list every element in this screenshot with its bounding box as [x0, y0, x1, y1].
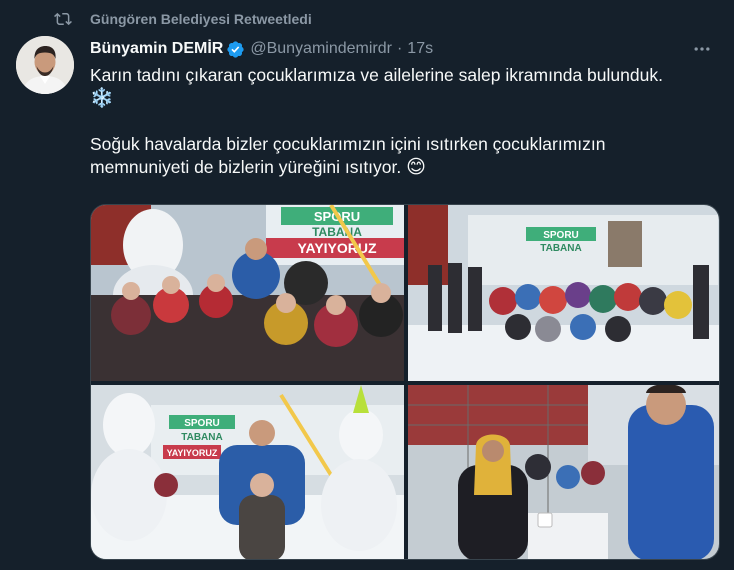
author-name[interactable]: Bünyamin DEMİR [90, 40, 223, 58]
banner-text-2c: TABANA [181, 432, 222, 443]
banner-text-2b: TABANA [540, 243, 581, 254]
tweet-line-3: memnuniyeti de bizlerin yüreğini ısıtıyo… [90, 157, 402, 177]
separator-dot: · [396, 40, 403, 57]
banner-text-3c: YAYIYORUZ [167, 448, 218, 458]
snowflake-icon: ❄️ [90, 88, 114, 109]
tweet-line-1: Karın tadını çıkaran çocuklarımıza ve ai… [90, 65, 663, 85]
banner-text-1c: SPORU [184, 418, 220, 429]
banner-text-3: YAYIYORUZ [297, 240, 377, 256]
media-grid: SPORU TABANA YAYIYORUZ [90, 204, 720, 560]
tweet-text: Karın tadını çıkaran çocuklarımıza ve ai… [90, 64, 720, 179]
photo-2[interactable]: SPORU TABANA [408, 205, 719, 381]
smiling-face-icon: 😊 [406, 157, 426, 178]
tweet-line-2: Soğuk havalarda bizler çocuklarımızın iç… [90, 134, 606, 154]
tweet-timestamp[interactable]: 17s [407, 40, 433, 58]
retweet-label[interactable]: Güngören Belediyesi Retweetledi [90, 11, 312, 27]
photo-1[interactable]: SPORU TABANA YAYIYORUZ [91, 205, 404, 381]
photo-4[interactable] [408, 385, 719, 559]
author-handle[interactable]: @Bunyamindemirdr [250, 40, 392, 58]
more-options-icon[interactable] [688, 38, 716, 60]
retweet-context: Güngören Belediyesi Retweetledi [52, 8, 312, 30]
banner-text-2: TABANA [312, 225, 362, 239]
verified-badge-icon [226, 40, 245, 59]
photo-3[interactable]: SPORU TABANA YAYIYORUZ [91, 385, 404, 559]
avatar[interactable] [16, 36, 74, 94]
retweet-icon [52, 8, 74, 30]
banner-text-1b: SPORU [543, 230, 579, 241]
tweet-header: Bünyamin DEMİR @Bunyamindemirdr · 17s [90, 38, 718, 60]
